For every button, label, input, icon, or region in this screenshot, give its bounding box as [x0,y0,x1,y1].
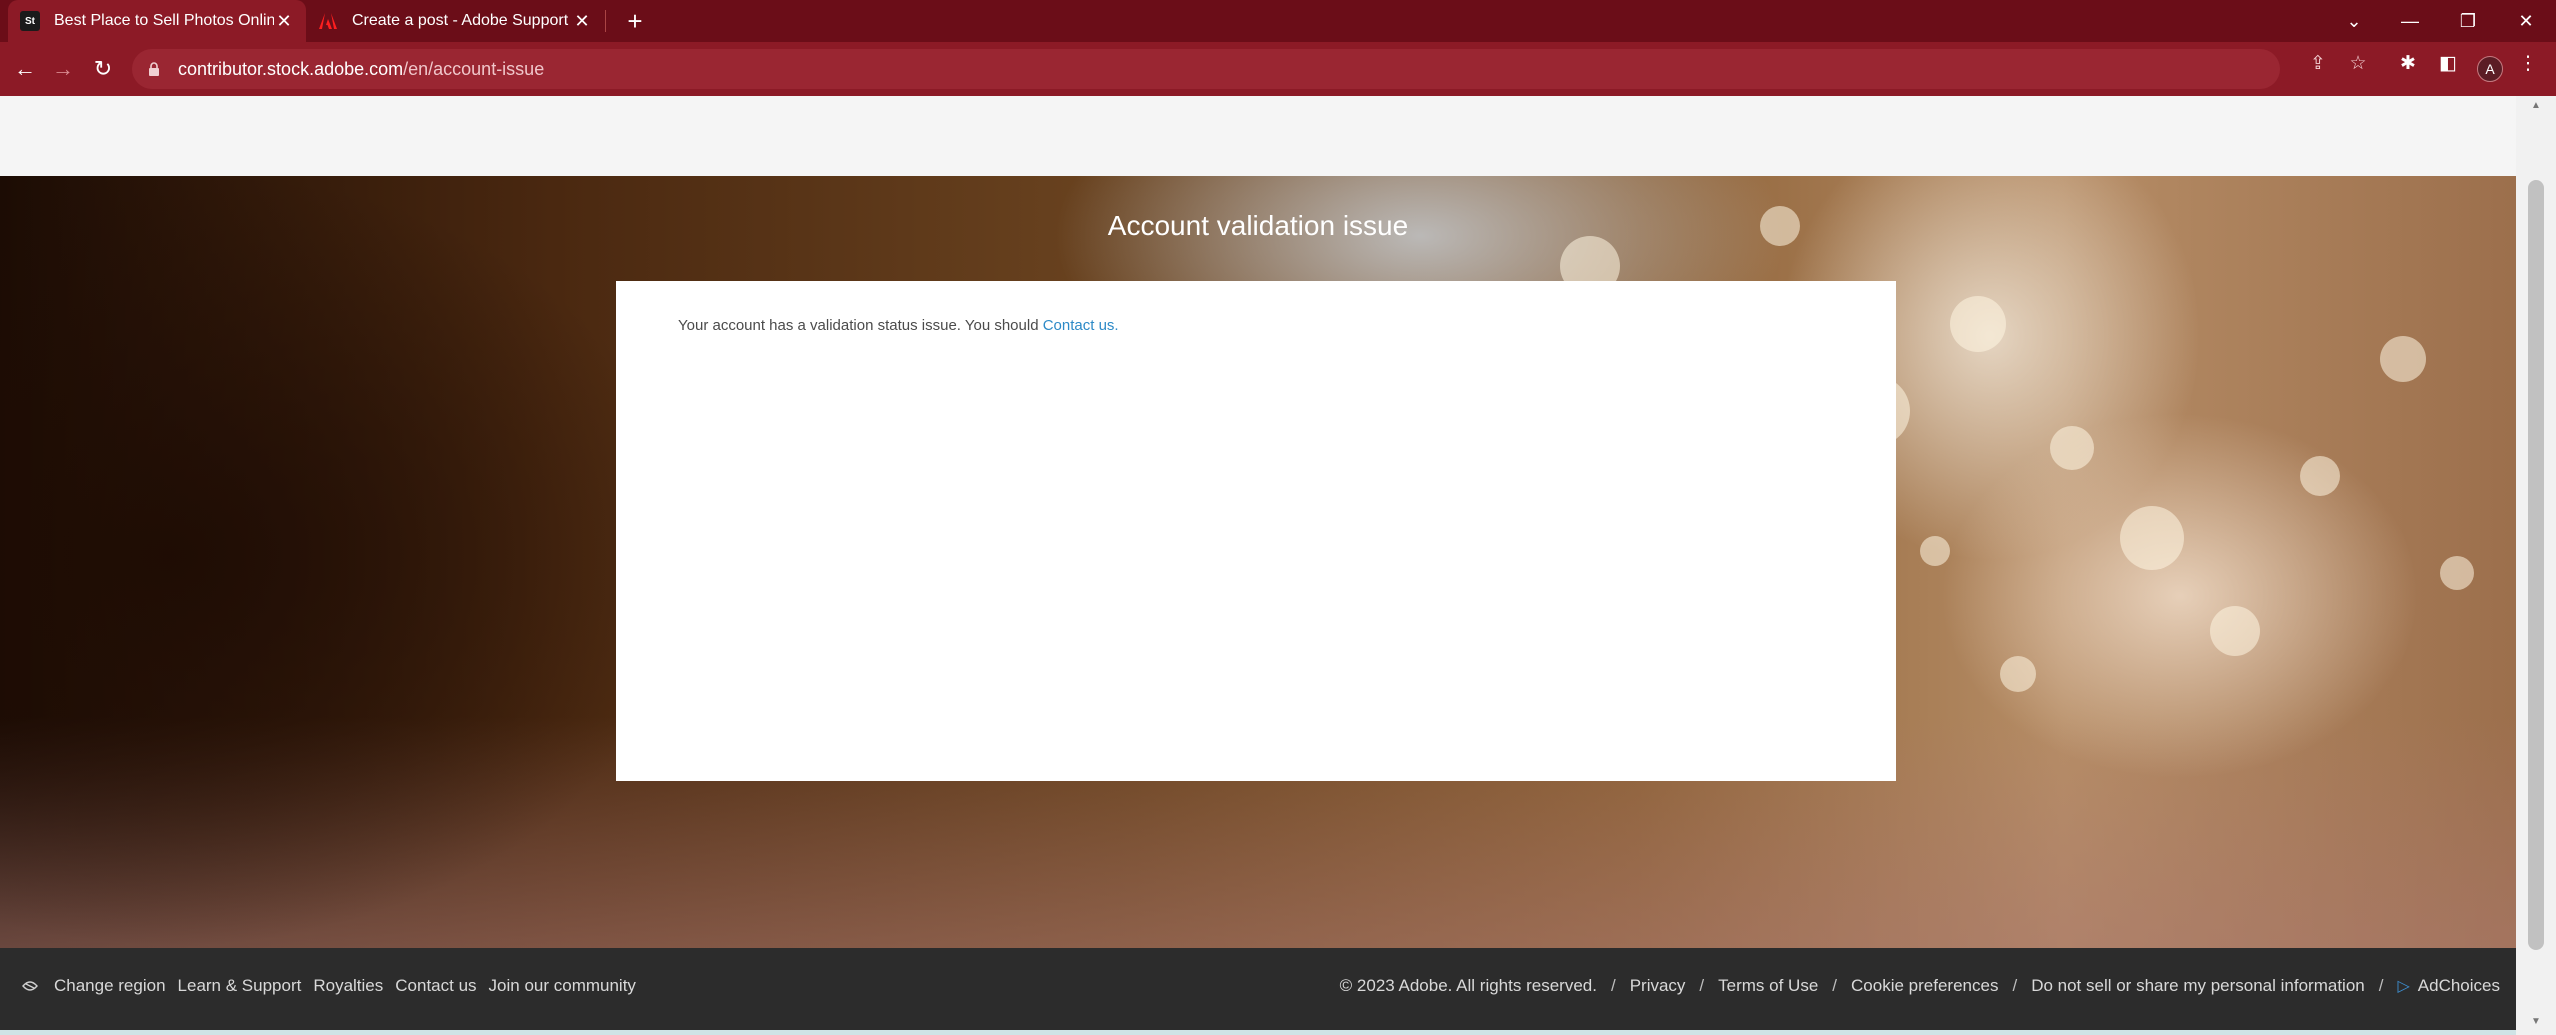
new-tab-button[interactable]: + [620,6,650,36]
window-close-icon[interactable]: ✕ [2498,0,2554,42]
adchoices-icon: ▷ [2397,978,2410,995]
tab-title: Create a post - Adobe Support Com [352,12,572,29]
scroll-down-icon[interactable]: ▼ [2528,1016,2544,1030]
scroll-up-icon[interactable]: ▲ [2528,100,2544,114]
minimize-icon[interactable]: — [2382,0,2438,42]
tab-title: Best Place to Sell Photos Online, Ad [54,12,274,29]
privacy-link[interactable]: Privacy [1630,976,1686,996]
back-icon[interactable]: ← [10,54,40,84]
adchoices-link[interactable]: AdChoices [2418,976,2500,996]
tab-separator [605,10,606,32]
reload-icon[interactable]: ↻ [88,54,118,84]
close-tab-icon[interactable]: ✕ [274,11,294,32]
url-text: contributor.stock.adobe.com/en/account-i… [178,58,545,79]
royalties-link[interactable]: Royalties [313,976,383,996]
tab-stock-contributor[interactable]: St Best Place to Sell Photos Online, Ad … [8,0,306,42]
side-panel-icon[interactable]: ◧ [2436,51,2460,75]
validation-message: Your account has a validation status iss… [678,317,1119,334]
bottom-strip [0,1030,2516,1035]
join-community-link[interactable]: Join our community [489,976,636,996]
forward-icon[interactable]: → [48,54,78,84]
globe-icon [22,979,40,993]
address-bar[interactable]: contributor.stock.adobe.com/en/account-i… [132,49,2280,89]
menu-kebab-icon[interactable]: ⋮ [2516,51,2540,75]
restore-icon[interactable]: ❐ [2440,0,2496,42]
tab-search-icon[interactable]: ⌄ [2326,0,2382,42]
change-region-link[interactable]: Change region [54,976,166,996]
tab-adobe-support[interactable]: Create a post - Adobe Support Com ✕ [306,0,604,42]
lock-icon[interactable] [148,61,164,77]
adobe-logo-icon [318,11,338,31]
hero-background: Account validation issue Your account ha… [0,176,2516,948]
close-tab-icon[interactable]: ✕ [572,11,592,32]
profile-avatar[interactable]: A [2477,56,2503,82]
cookie-preferences-link[interactable]: Cookie preferences [1851,976,1998,996]
tab-bar: St Best Place to Sell Photos Online, Ad … [0,0,2556,42]
page-title: Account validation issue [1107,210,1409,241]
terms-link[interactable]: Terms of Use [1718,976,1818,996]
scrollbar-thumb[interactable] [2528,180,2544,950]
message-card: Your account has a validation status iss… [616,281,1896,781]
page-header-area [0,96,2516,176]
browser-toolbar: ← → ↻ contributor.stock.adobe.com/en/acc… [0,42,2556,96]
bookmark-star-icon[interactable]: ☆ [2346,51,2370,75]
do-not-sell-link[interactable]: Do not sell or share my personal informa… [2031,976,2365,996]
share-icon[interactable]: ⇪ [2306,51,2330,75]
footer-contact-link[interactable]: Contact us [395,976,476,996]
copyright-text: © 2023 Adobe. All rights reserved. [1339,976,1597,995]
site-footer: Change region Learn & Support Royalties … [0,948,2516,1030]
contact-us-link[interactable]: Contact us. [1043,317,1119,334]
extensions-puzzle-icon[interactable]: ✱ [2396,51,2420,75]
learn-support-link[interactable]: Learn & Support [178,976,302,996]
adobe-stock-favicon: St [20,11,40,31]
